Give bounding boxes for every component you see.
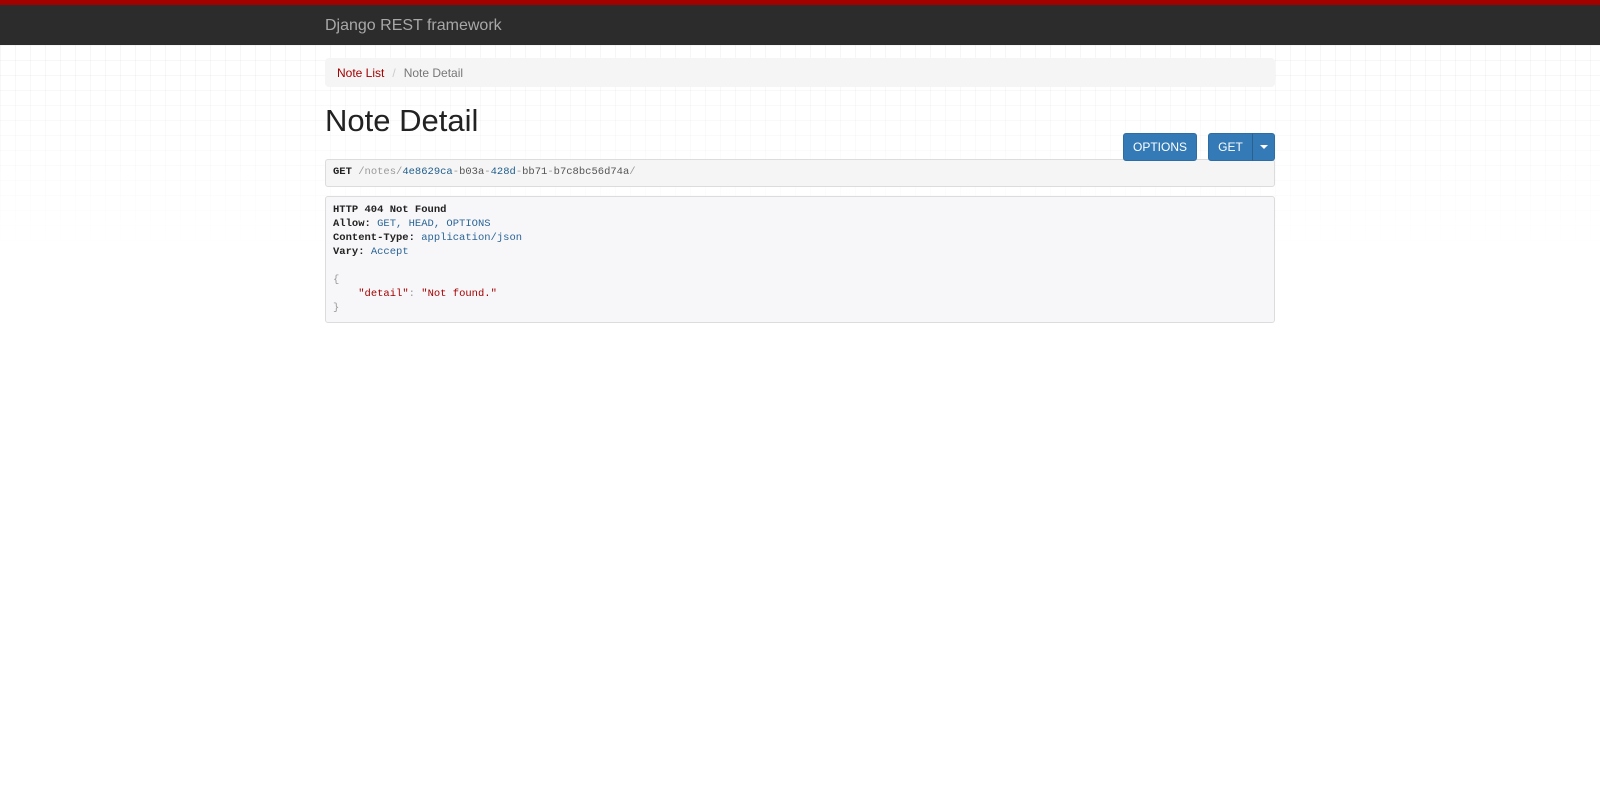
response-header-value: Accept (370, 246, 409, 258)
get-format-dropdown-button[interactable] (1252, 133, 1275, 161)
json-value: "Not found." (421, 288, 497, 300)
breadcrumb: Note List / Note Detail (325, 58, 1275, 87)
page-title: Note Detail (325, 103, 479, 138)
request-path-prefix: /notes/ (358, 166, 403, 178)
json-open-brace: { (333, 274, 340, 286)
page-header: Note Detail OPTIONS GET (325, 87, 1275, 161)
response-header-key: Vary: (333, 246, 365, 258)
request-uuid-part: bb71 (522, 166, 548, 178)
json-close-brace: } (333, 302, 340, 314)
response-header-key: Allow: (333, 218, 371, 230)
breadcrumb-current: Note Detail (403, 65, 464, 80)
get-button[interactable]: GET (1208, 133, 1253, 161)
response-info: HTTP 404 Not Found Allow: GET, HEAD, OPT… (325, 196, 1275, 323)
response-header-key: Content-Type: (333, 232, 415, 244)
breadcrumb-link-note-list[interactable]: Note List (337, 66, 384, 80)
request-info: GET /notes/4e8629ca-b03a-428d-bb71-b7c8b… (325, 159, 1275, 187)
caret-down-icon (1259, 145, 1268, 149)
response-status: HTTP 404 Not Found (333, 204, 447, 216)
response-header-value: application/json (421, 232, 523, 244)
request-method: GET (333, 166, 352, 178)
navbar: Django REST framework (0, 0, 1600, 45)
request-uuid-part: b03a (459, 166, 485, 178)
breadcrumb-separator: / (392, 65, 396, 80)
navbar-brand[interactable]: Django REST framework (325, 17, 502, 35)
options-button[interactable]: OPTIONS (1123, 133, 1197, 161)
response-header-value: GET, HEAD, OPTIONS (377, 218, 491, 230)
request-uuid-part: 428d (490, 166, 516, 178)
json-key: "detail" (358, 288, 409, 300)
request-uuid-part: b7c8bc56d74a (553, 166, 630, 178)
request-path-suffix: / (629, 166, 636, 178)
json-colon: : (408, 288, 415, 300)
request-uuid-part: 4e8629ca (402, 166, 453, 178)
main-content: Note List / Note Detail Note Detail OPTI… (325, 58, 1275, 323)
